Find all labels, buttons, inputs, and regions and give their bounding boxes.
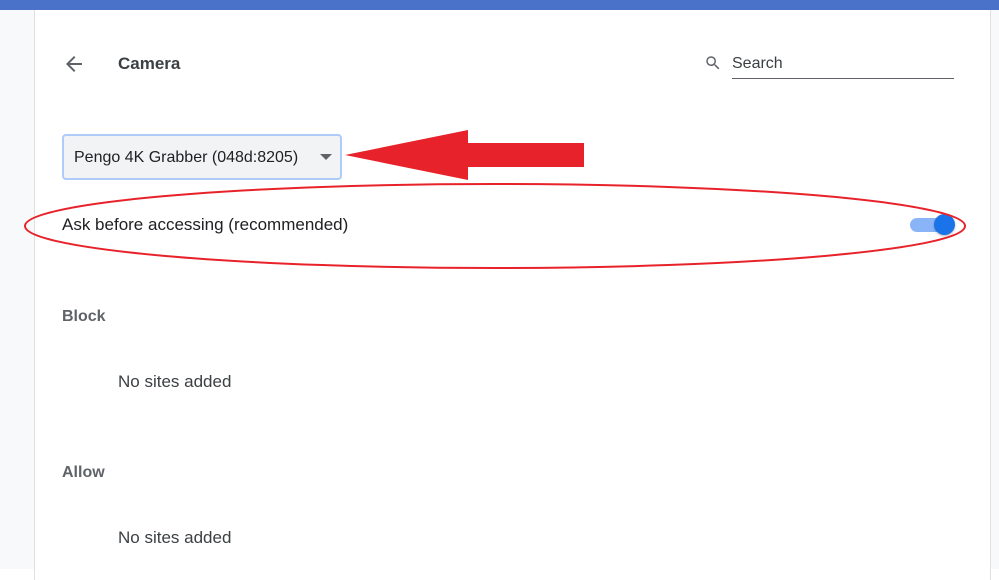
search-icon (706, 56, 720, 70)
allow-empty-text: No sites added (118, 528, 232, 547)
block-empty-text: No sites added (118, 372, 232, 391)
arrow-left-icon (66, 56, 82, 72)
search-input[interactable] (732, 50, 954, 79)
block-section-heading: Block (62, 308, 106, 325)
browser-top-bar (0, 0, 999, 10)
chevron-down-icon (320, 154, 332, 160)
search-box[interactable] (704, 50, 954, 82)
allow-section-heading: Allow (62, 464, 105, 481)
settings-card (34, 10, 991, 580)
ask-before-accessing-toggle[interactable] (910, 214, 955, 235)
camera-device-select-value: Pengo 4K Grabber (048d:8205) (74, 149, 299, 166)
ask-before-accessing-row[interactable]: Ask before accessing (recommended) (62, 205, 957, 245)
back-button[interactable] (62, 52, 86, 76)
ask-before-accessing-label: Ask before accessing (recommended) (62, 215, 349, 234)
page-title: Camera (118, 54, 181, 73)
toggle-knob (934, 214, 955, 235)
camera-device-select[interactable]: Pengo 4K Grabber (048d:8205) (62, 134, 342, 180)
